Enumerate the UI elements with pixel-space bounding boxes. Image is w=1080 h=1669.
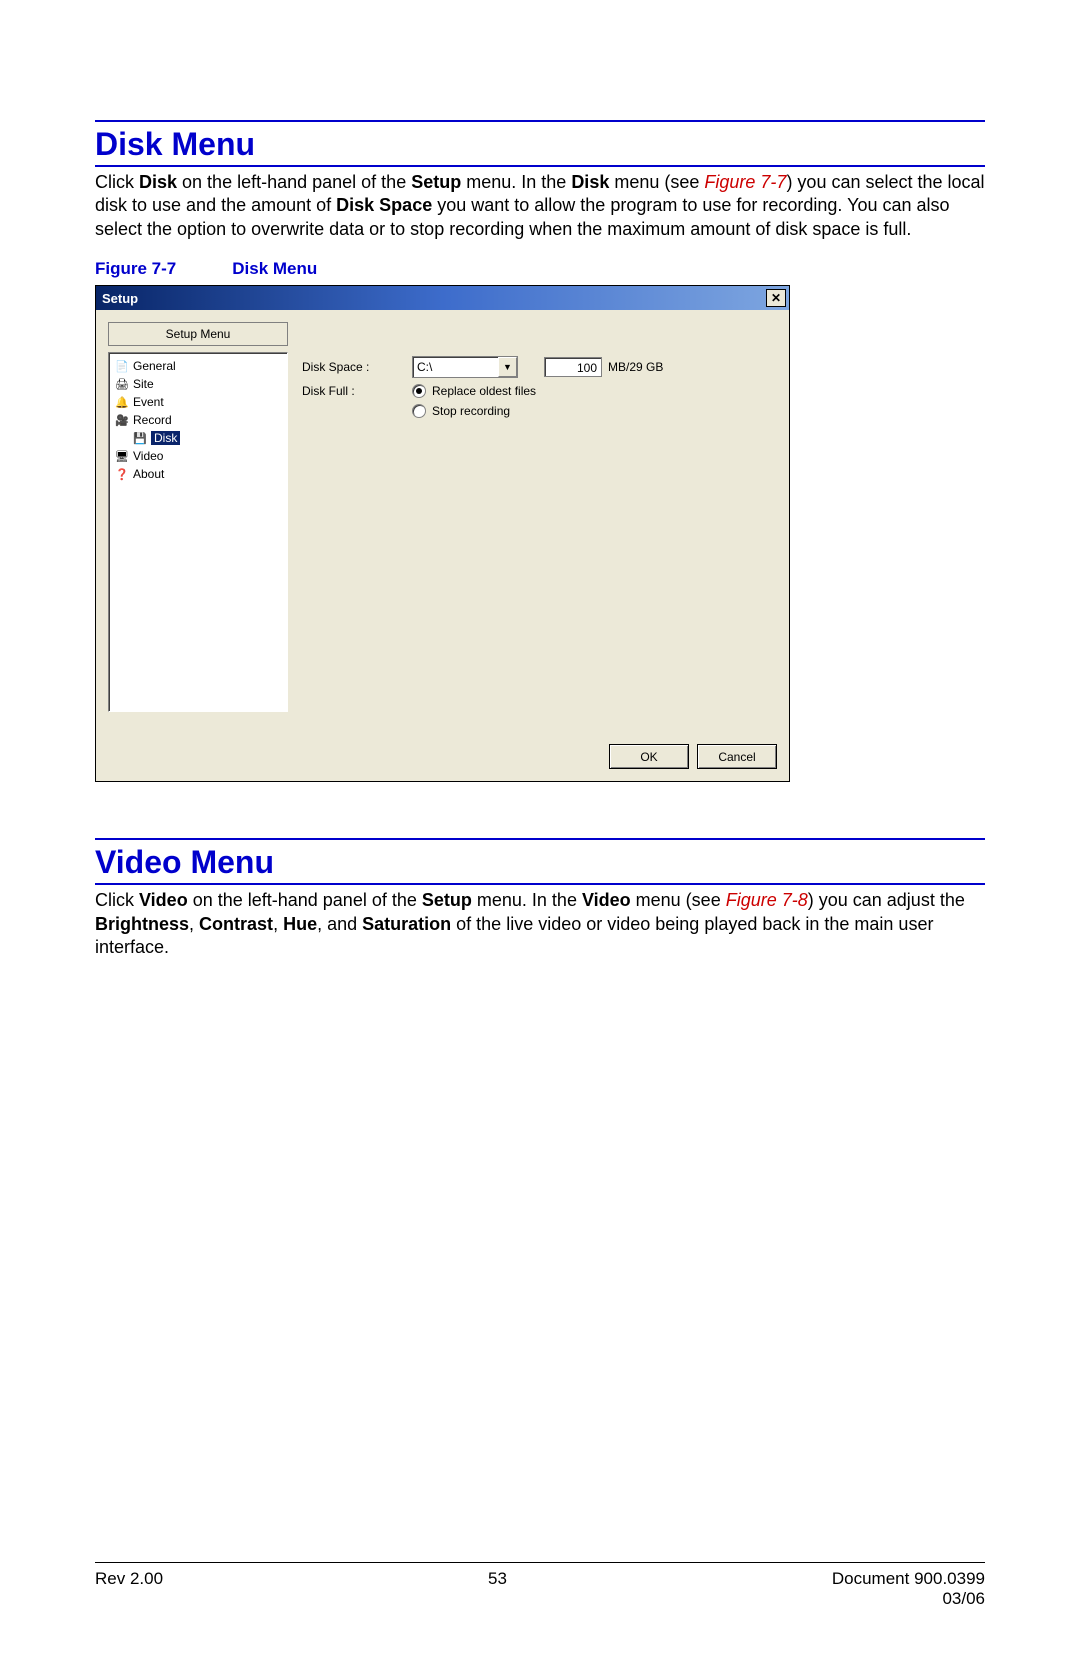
text-bold: Setup: [411, 172, 461, 192]
radio-replace-oldest[interactable]: [412, 384, 426, 398]
text-bold: Disk: [571, 172, 609, 192]
text-bold: Disk Space: [336, 195, 432, 215]
tree-item-label: Event: [133, 395, 164, 409]
tree-item-site[interactable]: 🖨 Site: [113, 375, 283, 393]
disk-space-value: C:\: [413, 360, 498, 374]
disk-space-dropdown[interactable]: C:\ ▼: [412, 356, 518, 378]
tree-item-label: Record: [133, 413, 172, 427]
video-menu-paragraph: Click Video on the left-hand panel of th…: [95, 889, 985, 959]
camera-icon: 🎥: [115, 413, 129, 427]
tree-item-label: Site: [133, 377, 154, 391]
text-bold: Disk: [139, 172, 177, 192]
radio-label: Stop recording: [432, 404, 510, 418]
bell-icon: 🔔: [115, 395, 129, 409]
text: menu (see: [609, 172, 704, 192]
document-icon: 📄: [115, 359, 129, 373]
text: Click: [95, 890, 139, 910]
text: ) you can adjust the: [808, 890, 965, 910]
titlebar: Setup ✕: [96, 286, 789, 310]
text: Click: [95, 172, 139, 192]
text-bold: Hue: [283, 914, 317, 934]
disk-space-label: Disk Space :: [302, 360, 406, 374]
text: , and: [317, 914, 362, 934]
tree-item-video[interactable]: 🖥 Video: [113, 447, 283, 465]
text-bold: Contrast: [199, 914, 273, 934]
page-footer: Rev 2.00 53 Document 900.0399 03/06: [95, 1562, 985, 1609]
setup-menu-button[interactable]: Setup Menu: [108, 322, 288, 346]
tree-item-disk[interactable]: 💾 Disk: [113, 429, 283, 447]
text: ,: [189, 914, 199, 934]
text: on the left-hand panel of the: [188, 890, 422, 910]
setup-dialog: Setup ✕ Setup Menu 📄 General 🖨 Site 🔔: [95, 285, 790, 782]
text-bold: Setup: [422, 890, 472, 910]
cancel-button[interactable]: Cancel: [697, 744, 777, 769]
footer-page-number: 53: [488, 1569, 507, 1609]
tree-navigation: 📄 General 🖨 Site 🔔 Event 🎥 Record: [108, 352, 288, 712]
question-icon: ❓: [115, 467, 129, 481]
section-title-video-menu: Video Menu: [95, 838, 985, 885]
figure-reference: Figure 7-7: [704, 172, 786, 192]
tree-item-label: General: [133, 359, 176, 373]
tree-item-event[interactable]: 🔔 Event: [113, 393, 283, 411]
figure-reference: Figure 7-8: [726, 890, 808, 910]
figure-number: Figure 7-7: [95, 259, 176, 278]
figure-caption: Figure 7-7 Disk Menu: [95, 259, 985, 279]
tree-item-about[interactable]: ❓ About: [113, 465, 283, 483]
footer-document: Document 900.0399: [832, 1569, 985, 1589]
footer-rev: Rev 2.00: [95, 1569, 163, 1609]
text: menu. In the: [472, 890, 582, 910]
figure-title: Disk Menu: [232, 259, 317, 278]
text-bold: Video: [582, 890, 631, 910]
monitor-icon: 🖥: [115, 449, 129, 463]
tree-item-general[interactable]: 📄 General: [113, 357, 283, 375]
text-bold: Video: [139, 890, 188, 910]
section-title-disk-menu: Disk Menu: [95, 120, 985, 167]
disk-full-label: Disk Full :: [302, 384, 406, 398]
tree-item-record[interactable]: 🎥 Record: [113, 411, 283, 429]
close-button[interactable]: ✕: [766, 289, 786, 307]
chevron-down-icon[interactable]: ▼: [498, 357, 517, 377]
text-bold: Saturation: [362, 914, 451, 934]
text-bold: Brightness: [95, 914, 189, 934]
disk-menu-paragraph: Click Disk on the left-hand panel of the…: [95, 171, 985, 241]
radio-stop-recording[interactable]: [412, 404, 426, 418]
disk-space-unit: MB/29 GB: [608, 360, 663, 374]
tree-item-label: About: [133, 467, 164, 481]
tree-item-label: Disk: [151, 431, 180, 445]
tree-item-label: Video: [133, 449, 163, 463]
ok-button[interactable]: OK: [609, 744, 689, 769]
footer-date: 03/06: [832, 1589, 985, 1609]
printer-icon: 🖨: [115, 377, 129, 391]
disk-icon: 💾: [133, 431, 147, 445]
disk-space-number-input[interactable]: 100: [544, 357, 602, 377]
text: on the left-hand panel of the: [177, 172, 411, 192]
text: menu. In the: [461, 172, 571, 192]
text: menu (see: [631, 890, 726, 910]
text: ,: [273, 914, 283, 934]
radio-label: Replace oldest files: [432, 384, 536, 398]
titlebar-text: Setup: [102, 291, 138, 306]
